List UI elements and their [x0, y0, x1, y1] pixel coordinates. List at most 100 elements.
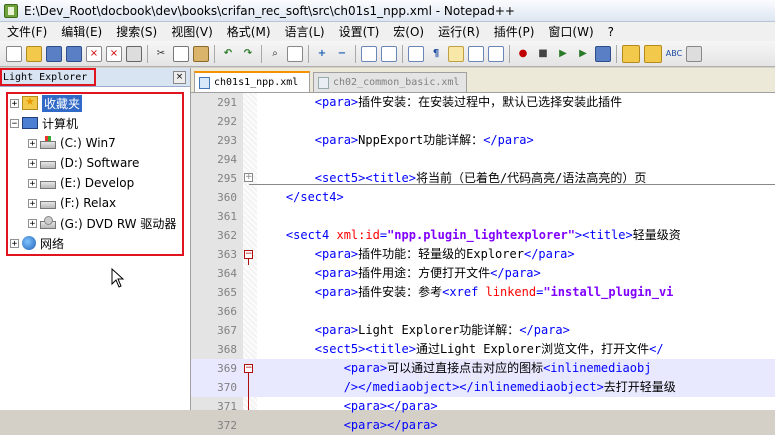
- code-line[interactable]: 295 <sect5><title>将当前（已着色/代码高亮/语法高亮的）页: [191, 169, 775, 188]
- tree-expander-icon[interactable]: +: [28, 198, 37, 208]
- tree-expander-icon[interactable]: +: [28, 158, 37, 168]
- tree-item[interactable]: + (F:) Relax: [28, 194, 116, 212]
- redo-icon[interactable]: ↷: [240, 46, 256, 62]
- tree-item[interactable]: − 计算机: [10, 114, 78, 132]
- code-line[interactable]: 369 <para>可以通过直接点击对应的图标<inlinemediaobj: [191, 359, 775, 378]
- tree-expander-icon[interactable]: +: [28, 138, 37, 148]
- undo-icon[interactable]: ↶: [220, 46, 236, 62]
- code-line[interactable]: 371 <para></para>: [191, 397, 775, 416]
- play-multiple-macro-icon[interactable]: ▶: [575, 46, 591, 62]
- menu-item-3[interactable]: 视图(V): [164, 23, 220, 40]
- document-map-icon[interactable]: [468, 45, 484, 62]
- stop-record-icon[interactable]: ■: [535, 46, 551, 62]
- play-macro-icon[interactable]: ▶: [555, 46, 571, 62]
- replace-icon[interactable]: [287, 45, 303, 62]
- sync-vertical-icon[interactable]: [361, 45, 377, 62]
- sync-horizontal-icon[interactable]: [381, 45, 397, 62]
- menu-item-11[interactable]: ?: [601, 25, 621, 39]
- tree-item[interactable]: + (E:) Develop: [28, 174, 134, 192]
- line-number: 363: [217, 248, 237, 261]
- tab-bar: ch01s1_npp.xml ch02_common_basic.xml: [191, 68, 775, 93]
- tree-item[interactable]: + ★ 收藏夹: [10, 94, 83, 112]
- tree-item[interactable]: + (C:) Win7: [28, 134, 116, 152]
- code-line[interactable]: 291 <para>插件安装：在安装过程中，默认已选择安装此插件: [191, 93, 775, 112]
- word-wrap-icon[interactable]: [408, 45, 424, 62]
- panel-close-button[interactable]: ×: [173, 71, 186, 84]
- code-line[interactable]: 367 <para>Light Explorer功能详解：</para>: [191, 321, 775, 340]
- tree-item[interactable]: + (D:) Software: [28, 154, 139, 172]
- close-file-icon[interactable]: ×: [86, 45, 102, 62]
- menu-item-8[interactable]: 运行(R): [431, 23, 487, 40]
- record-macro-icon[interactable]: ●: [515, 46, 531, 62]
- save-icon[interactable]: [46, 45, 62, 62]
- menu-item-9[interactable]: 插件(P): [487, 23, 542, 40]
- tab-inactive[interactable]: ch02_common_basic.xml: [313, 72, 467, 92]
- code-line[interactable]: 362 <sect4 xml:id="npp.plugin_lightexplo…: [191, 226, 775, 245]
- code-line[interactable]: 361: [191, 207, 775, 226]
- code-token-tag: <para></para>: [343, 399, 438, 413]
- new-file-icon[interactable]: [6, 45, 22, 62]
- indent-guide-icon[interactable]: [448, 45, 464, 62]
- close-all-icon[interactable]: ×: [106, 45, 122, 62]
- function-list-icon[interactable]: [488, 45, 504, 62]
- code-token-tag: <sect4: [285, 228, 337, 242]
- code-line[interactable]: 365 <para>插件安装：参考<xref linkend="install_…: [191, 283, 775, 302]
- fold-toggle-icon[interactable]: −: [244, 364, 253, 373]
- tree-expander-icon[interactable]: +: [28, 178, 37, 188]
- tree-item[interactable]: + 网络: [10, 234, 64, 252]
- code-line[interactable]: 370 /></mediaobject></inlinemediaobject>…: [191, 378, 775, 397]
- open-file-icon[interactable]: [26, 45, 42, 62]
- tree-item-label: (D:) Software: [60, 156, 140, 170]
- code-line[interactable]: 364 <para>插件用途：方便打开文件</para>: [191, 264, 775, 283]
- menu-item-6[interactable]: 设置(T): [332, 23, 387, 40]
- explorer-folder-icon[interactable]: [644, 44, 662, 63]
- tab-active[interactable]: ch01s1_npp.xml: [194, 71, 310, 92]
- print-icon[interactable]: [126, 45, 142, 62]
- paste-icon[interactable]: [193, 45, 209, 62]
- code-line[interactable]: 292: [191, 112, 775, 131]
- code-line[interactable]: 293 <para>NppExport功能详解：</para>: [191, 131, 775, 150]
- line-number: 293: [217, 134, 237, 147]
- menu-item-4[interactable]: 格式(M): [220, 23, 278, 40]
- code-text: <sect5><title>将当前（已着色/代码高亮/语法高亮的）页: [257, 169, 647, 188]
- code-line[interactable]: 372 <para></para>: [191, 416, 775, 435]
- tree-expander-icon[interactable]: −: [10, 118, 19, 128]
- zoom-in-icon[interactable]: +: [314, 46, 330, 62]
- spell-check-icon[interactable]: ABC: [666, 46, 682, 62]
- find-icon[interactable]: ⌕: [267, 46, 283, 62]
- zoom-out-icon[interactable]: −: [334, 46, 350, 62]
- tree-item-label: (E:) Develop: [60, 176, 135, 190]
- code-line[interactable]: 363 <para>插件功能：轻量级的Explorer</para>: [191, 245, 775, 264]
- toolbar-separator: [261, 44, 262, 63]
- tree-item[interactable]: + (G:) DVD RW 驱动器: [28, 214, 176, 232]
- save-macro-icon[interactable]: [595, 45, 611, 62]
- code-token-txt: 可以通过直接点击对应的图标: [387, 361, 544, 375]
- code-line[interactable]: 360 </sect4>: [191, 188, 775, 207]
- code-text: <para>插件安装：参考<xref linkend="install_plug…: [257, 283, 674, 302]
- code-line[interactable]: 366: [191, 302, 775, 321]
- menu-item-1[interactable]: 编辑(E): [54, 23, 109, 40]
- code-line[interactable]: 368 <sect5><title>通过Light Explorer浏览文件，打…: [191, 340, 775, 359]
- menu-item-0[interactable]: 文件(F): [0, 23, 54, 40]
- light-explorer-panel: Light Explorer × + ★ 收藏夹 − 计算机 + (C:) Win7 + (D:…: [0, 68, 191, 410]
- menu-item-2[interactable]: 搜索(S): [109, 23, 164, 40]
- menu-item-5[interactable]: 语言(L): [278, 23, 332, 40]
- fold-toggle-icon[interactable]: +: [244, 173, 253, 182]
- toolbar-extra-icon[interactable]: [686, 45, 702, 62]
- code-line[interactable]: 294: [191, 150, 775, 169]
- save-all-icon[interactable]: [66, 45, 82, 62]
- cut-icon[interactable]: ✂: [153, 46, 169, 62]
- code-view[interactable]: 291 <para>插件安装：在安装过程中，默认已选择安装此插件 292 293 <…: [191, 93, 775, 432]
- tree-expander-icon[interactable]: +: [10, 238, 19, 248]
- menu-item-10[interactable]: 窗口(W): [541, 23, 600, 40]
- tree-expander-icon[interactable]: +: [10, 98, 19, 108]
- code-token-tag: </: [649, 342, 664, 356]
- tree-expander-icon[interactable]: +: [28, 218, 37, 228]
- notepadpp-app-icon[interactable]: [4, 3, 18, 18]
- menu-item-7[interactable]: 宏(O): [386, 23, 431, 40]
- fold-toggle-icon[interactable]: −: [244, 250, 253, 259]
- light-explorer-icon[interactable]: [622, 44, 640, 63]
- show-all-chars-icon[interactable]: ¶: [428, 46, 444, 62]
- copy-icon[interactable]: [173, 45, 189, 62]
